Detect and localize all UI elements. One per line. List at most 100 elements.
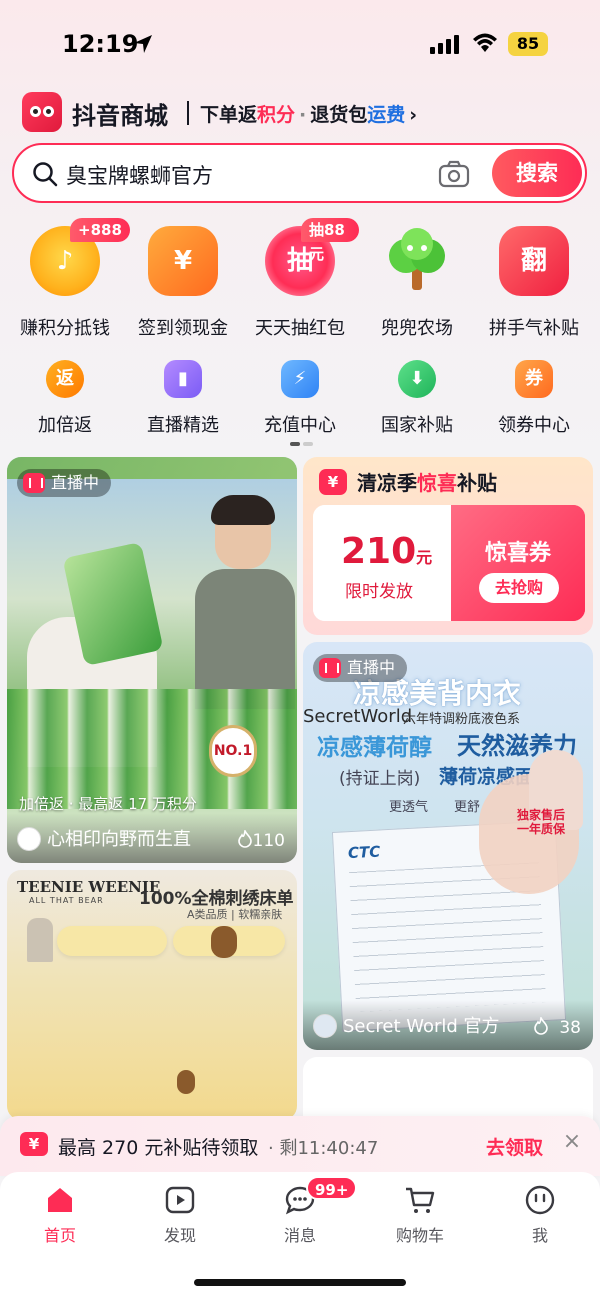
coupon-title-part: 清凉季 <box>357 471 417 495</box>
national-subsidy-label: 国家补贴 <box>381 415 453 436</box>
product-card[interactable]: TEENIE WEENIE ALL THAT BEAR 100%全棉刺绣床单 A… <box>7 870 297 1120</box>
heat-count: 110 <box>252 831 285 851</box>
page-indicator <box>290 442 314 446</box>
promo-separator: · <box>299 104 307 126</box>
checkin-cash-label: 签到领现金 <box>138 318 228 339</box>
status-time: 12:19 <box>62 30 139 58</box>
live-stream-card[interactable]: 凉感美背内衣 SecretWorld 六年特调粉底液色系 凉感薄荷醇 天然滋养力… <box>303 642 593 1050</box>
tab-messages[interactable]: 99+ 消息 <box>250 1176 358 1254</box>
checkin-cash-entry[interactable]: ¥ 签到领现金 <box>124 220 242 340</box>
national-subsidy-entry[interactable]: ⬇ 国家补贴 <box>358 358 476 438</box>
promo-highlight: 运费 <box>367 104 406 126</box>
live-status-label: 直播中 <box>347 658 396 677</box>
logo-eye <box>30 106 41 117</box>
heat-flame-icon <box>238 830 252 848</box>
claim-button[interactable]: 去领取 <box>486 1133 543 1160</box>
coupon-type-label: 惊喜券 <box>485 541 552 566</box>
points-badge: +888 <box>70 218 130 242</box>
red-packet-draw-entry[interactable]: 抽 抽88元 天天抽红包 <box>241 218 359 340</box>
host-hair <box>211 495 275 525</box>
product-subline: A类品质 | 软糯亲肤 <box>187 908 283 921</box>
lamp-image <box>27 918 53 962</box>
coupon-action-area: 惊喜券 去抢购 <box>451 505 585 621</box>
tab-label: 发现 <box>163 1226 196 1245</box>
tab-discover[interactable]: 发现 <box>130 1182 230 1254</box>
brand-subline: 六年特调粉底液色系 <box>403 712 521 727</box>
coupon-title-part: 补贴 <box>457 471 497 495</box>
double-cashback-entry[interactable]: 返 加倍返 <box>6 358 124 438</box>
double-cashback-label: 加倍返 <box>38 415 92 436</box>
search-input[interactable]: 臭宝牌螺蛳官方 <box>66 160 213 190</box>
search-button[interactable]: 搜索 <box>492 149 582 197</box>
lucky-subsidy-entry[interactable]: 翻 拼手气补贴 <box>475 220 593 340</box>
recharge-center-label: 充值中心 <box>264 415 336 436</box>
close-icon[interactable]: × <box>560 1128 584 1156</box>
product-brand-tagline: ALL THAT BEAR <box>29 896 104 905</box>
bear-embroidery-image <box>177 1070 195 1094</box>
tab-home[interactable]: 首页 <box>10 1182 110 1254</box>
coupon-subtitle: 限时发放 <box>345 582 413 602</box>
coupon-center-entry[interactable]: 券 领券中心 <box>475 358 593 438</box>
feature-tags: 更透气 更舒 <box>389 800 481 815</box>
red-packet-draw-label: 天天抽红包 <box>255 318 345 339</box>
recharge-center-entry[interactable]: ⚡ 充值中心 <box>241 358 359 438</box>
live-bars-icon <box>319 657 341 678</box>
earn-points-entry[interactable]: ♪ +888 赚积分抵钱 <box>6 218 130 340</box>
search-icon <box>33 162 58 187</box>
draw-badge: 抽88元 <box>301 218 359 263</box>
search-bar[interactable]: 臭宝牌螺蛳官方 搜索 <box>12 143 587 203</box>
battery-indicator: 85 <box>508 32 548 56</box>
grab-coupon-button[interactable]: 去抢购 <box>479 573 559 603</box>
live-status-label: 直播中 <box>51 473 100 492</box>
chevron-right-icon: › <box>409 104 418 126</box>
shop-name: Secret World 官方 <box>343 1016 500 1037</box>
live-bars-icon <box>23 472 45 493</box>
shop-avatar <box>313 1014 337 1038</box>
coupon-title-highlight: 惊喜 <box>417 471 457 495</box>
header-promo-link[interactable]: 下单返积分 · 退货包运费 › <box>200 100 417 127</box>
heat-count: 38 <box>559 1018 581 1038</box>
live-status-badge: 直播中 <box>313 654 408 682</box>
claim-countdown: · 剩11:40:47 <box>268 1138 379 1159</box>
farm-entry[interactable]: 兜兜农场 <box>358 220 476 340</box>
yen-icon: ¥ <box>173 246 193 276</box>
unread-badge: 99+ <box>306 1176 358 1200</box>
promo-text: 退货包 <box>310 104 368 126</box>
tab-label: 购物车 <box>395 1226 444 1245</box>
live-stream-card[interactable]: NO.1 直播中 加倍返 · 最高返 17 万积分 心相印向野而生直 110 <box>7 457 297 863</box>
douyin-mall-logo[interactable] <box>22 92 62 132</box>
cashback-icon: 返 <box>46 360 84 398</box>
home-indicator[interactable] <box>194 1279 406 1286</box>
lightning-icon: ⚡ <box>281 360 319 398</box>
flip-glyph: 翻 <box>520 246 547 276</box>
shopping-cart-icon <box>406 1187 435 1213</box>
location-arrow-icon <box>134 35 152 53</box>
secondary-icon-row: 返 加倍返 ▮ 直播精选 ⚡ 充值中心 ⬇ 国家补贴 券 领券中心 <box>0 358 600 438</box>
surprise-coupon-card[interactable]: ¥ 清凉季惊喜补贴 210元 限时发放 惊喜券 去抢购 <box>303 457 593 635</box>
tab-cart[interactable]: 购物车 <box>370 1182 470 1254</box>
camera-icon[interactable] <box>438 159 470 189</box>
page-dot <box>303 442 313 446</box>
coupon-card-title: 清凉季惊喜补贴 <box>357 467 497 496</box>
subsidy-yen-icon: ¥ <box>20 1132 48 1156</box>
promo-text: 下单返 <box>200 104 258 126</box>
cellular-signal-icon <box>430 35 459 54</box>
coupon-amount-area: 210元 限时发放 <box>313 505 451 621</box>
feature-icon-row: ♪ +888 赚积分抵钱 ¥ 签到领现金 抽 抽88元 天天抽红包 兜兜农场 翻… <box>0 218 600 340</box>
page-dot-active <box>290 442 300 446</box>
coupon-amount-unit: 元 <box>416 548 433 567</box>
tab-label: 我 <box>531 1226 548 1245</box>
tab-me[interactable]: 我 <box>490 1182 590 1254</box>
earn-points-label: 赚积分抵钱 <box>20 318 110 339</box>
live-status-badge: 直播中 <box>17 469 112 497</box>
tab-label: 首页 <box>43 1226 76 1245</box>
subsidy-claim-banner[interactable]: ¥ 最高 270 元补贴待领取 · 剩11:40:47 去领取 × <box>0 1116 600 1176</box>
warranty-tag: 独家售后 一年质保 <box>517 808 566 836</box>
claim-message: 最高 270 元补贴待领取 <box>58 1137 259 1159</box>
shop-avatar <box>17 827 41 851</box>
smiley-face-icon <box>525 1185 555 1215</box>
flip-card-icon: 翻 <box>499 226 569 296</box>
play-square-icon <box>165 1186 195 1214</box>
coupon-icon: 券 <box>515 360 553 398</box>
live-picks-entry[interactable]: ▮ 直播精选 <box>124 358 242 438</box>
